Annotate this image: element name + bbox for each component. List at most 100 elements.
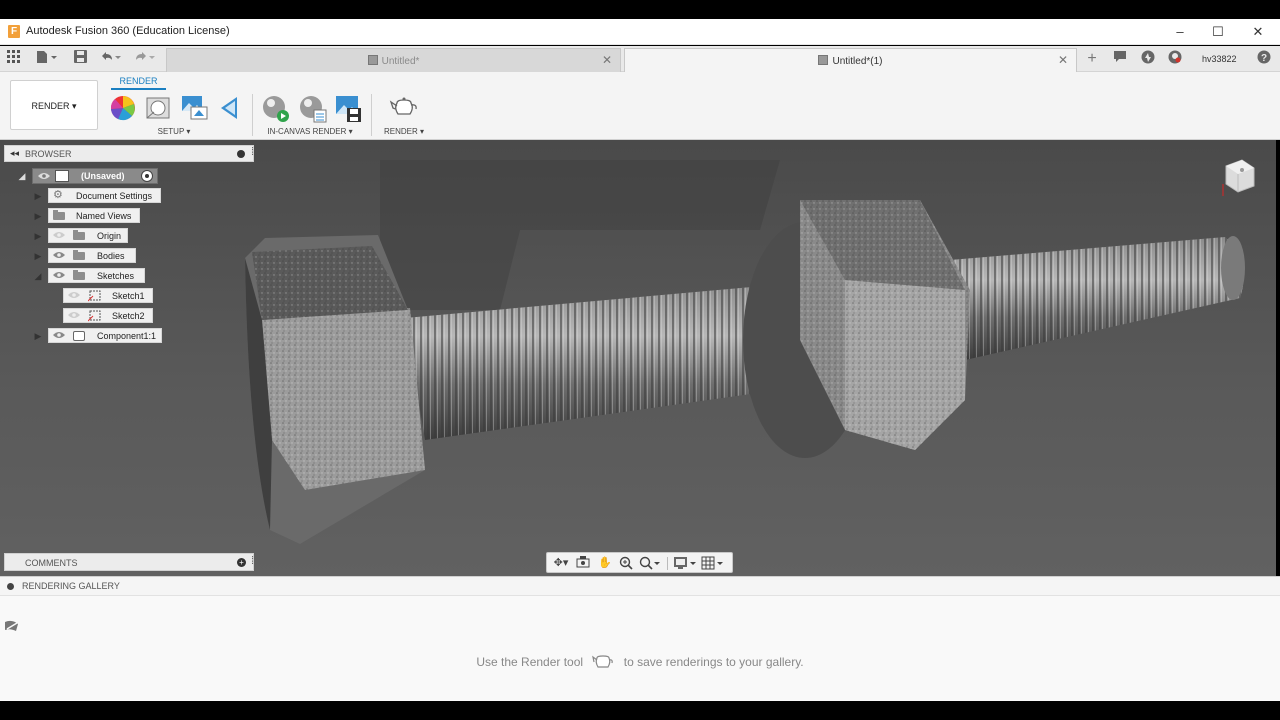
fusion-logo-icon: F xyxy=(8,25,20,38)
eye-hidden-icon[interactable] xyxy=(68,291,80,299)
pin-panel-icon[interactable]: ⁞ xyxy=(251,146,254,158)
tree-node-origin[interactable]: Origin xyxy=(48,228,128,243)
bolt-render xyxy=(245,160,1245,544)
folder-icon xyxy=(73,230,85,240)
panel-options-icon[interactable] xyxy=(237,150,245,158)
letterbox-bottom xyxy=(0,701,1280,720)
tree-expand-icon[interactable]: ▶ xyxy=(33,211,43,221)
setup-group-label[interactable]: SETUP ▾ xyxy=(146,127,202,136)
tree-node-label: Component1:1 xyxy=(97,331,157,341)
tree-node-label: (Unsaved) xyxy=(81,171,125,181)
orbit-icon[interactable]: ✥▾ xyxy=(551,556,571,570)
tree-expand-icon[interactable]: ▶ xyxy=(33,331,43,341)
folder-icon xyxy=(53,210,65,220)
tab-label: Untitled* xyxy=(381,56,420,67)
maximize-button[interactable]: ☐ xyxy=(1205,22,1231,42)
tree-expand-icon[interactable]: ▶ xyxy=(33,251,43,261)
tree-node-sketch2[interactable]: Sketch2 xyxy=(63,308,153,323)
tree-node-sketch1[interactable]: Sketch1 xyxy=(63,288,153,303)
folder-icon xyxy=(73,270,85,280)
gallery-message-before: Use the Render tool xyxy=(476,655,584,669)
scene-settings-icon[interactable] xyxy=(146,95,172,121)
render-teapot-icon xyxy=(592,653,614,671)
folder-icon xyxy=(73,250,85,260)
render-teapot-icon[interactable] xyxy=(389,95,419,121)
undo-icon[interactable] xyxy=(98,50,122,68)
look-at-icon[interactable] xyxy=(575,556,591,570)
save-icon[interactable] xyxy=(72,50,88,68)
add-comment-icon[interactable]: + xyxy=(237,558,246,567)
appearance-icon[interactable] xyxy=(110,95,136,121)
pan-icon[interactable]: ✋ xyxy=(597,556,613,570)
job-status-icon[interactable] xyxy=(1139,50,1157,68)
user-name[interactable]: hv33822 xyxy=(1202,54,1237,64)
document-tab-untitled-1[interactable]: Untitled*(1) ✕ xyxy=(624,48,1077,72)
redo-icon[interactable] xyxy=(132,50,156,68)
tab-render[interactable]: RENDER xyxy=(111,76,166,86)
capture-image-icon[interactable] xyxy=(335,95,361,122)
tree-node-component1[interactable]: Component1:1 xyxy=(48,328,162,343)
gallery-toggle-icon[interactable] xyxy=(7,583,14,590)
minimize-button[interactable]: – xyxy=(1167,22,1193,42)
tree-node-label: Origin xyxy=(97,231,122,241)
tree-node-document-settings[interactable]: ⚙ Document Settings xyxy=(48,188,161,203)
file-icon[interactable] xyxy=(34,50,58,68)
tree-node-root[interactable]: (Unsaved) xyxy=(32,168,158,184)
document-cube-icon xyxy=(818,55,829,65)
close-tab-icon[interactable]: ✕ xyxy=(602,53,612,67)
display-settings-icon[interactable] xyxy=(673,556,697,570)
rendering-gallery-body: Use the Render tool to save renderings t… xyxy=(0,596,1280,701)
sketch-icon xyxy=(87,290,102,304)
help-icon[interactable]: ? xyxy=(1255,50,1273,68)
collapse-panel-icon[interactable]: ◂◂ xyxy=(10,148,19,159)
gallery-title: RENDERING GALLERY xyxy=(22,581,120,591)
activate-radio-icon[interactable] xyxy=(141,170,153,182)
comments-panel-header[interactable]: COMMENTS + ⁞ xyxy=(4,553,254,571)
canvas-viewport[interactable] xyxy=(0,140,1276,576)
nav-separator xyxy=(667,557,668,570)
rendering-gallery-header[interactable]: RENDERING GALLERY xyxy=(0,576,1280,596)
eye-icon[interactable] xyxy=(38,172,50,180)
add-tab-icon[interactable]: + xyxy=(1083,50,1101,68)
tree-node-label: Bodies xyxy=(97,251,125,261)
gallery-filter-icon[interactable] xyxy=(4,620,20,635)
chat-icon[interactable] xyxy=(1111,50,1129,68)
view-cube-icon[interactable] xyxy=(1218,156,1258,196)
decal-icon[interactable] xyxy=(219,95,245,121)
render-group-label[interactable]: RENDER ▾ xyxy=(378,127,430,136)
eye-hidden-icon[interactable] xyxy=(53,231,65,239)
tree-collapse-icon[interactable]: ◢ xyxy=(33,271,43,281)
tree-expand-icon[interactable]: ▶ xyxy=(33,231,43,241)
fit-icon[interactable] xyxy=(639,556,661,570)
tree-node-sketches[interactable]: Sketches xyxy=(48,268,145,283)
user-icon[interactable] xyxy=(1166,50,1184,68)
tree-node-label: Sketch1 xyxy=(112,291,145,301)
in-canvas-render-group-label[interactable]: IN-CANVAS RENDER ▾ xyxy=(256,127,364,136)
tree-node-bodies[interactable]: Bodies xyxy=(48,248,136,263)
ribbon-separator xyxy=(371,94,372,136)
eye-icon[interactable] xyxy=(53,271,65,279)
texture-map-icon[interactable] xyxy=(181,95,208,121)
grid-settings-icon[interactable] xyxy=(701,556,725,570)
zoom-icon[interactable] xyxy=(618,556,634,570)
tree-expand-icon[interactable]: ▶ xyxy=(33,191,43,201)
gear-icon: ⚙ xyxy=(53,189,63,201)
eye-icon[interactable] xyxy=(53,331,65,339)
document-tab-untitled[interactable]: Untitled* ✕ xyxy=(166,48,621,72)
gallery-empty-message: Use the Render tool to save renderings t… xyxy=(0,653,1280,671)
browser-panel-header[interactable]: ◂◂ BROWSER ⁞ xyxy=(4,145,254,162)
workspace-switcher[interactable]: RENDER ▾ xyxy=(10,80,98,130)
title-bar: F Autodesk Fusion 360 (Education License… xyxy=(0,19,1280,45)
close-tab-icon[interactable]: ✕ xyxy=(1058,53,1068,67)
grid-icon[interactable] xyxy=(6,50,22,68)
pin-panel-icon[interactable]: ⁞ xyxy=(251,555,254,567)
in-canvas-render-settings-icon[interactable] xyxy=(299,95,327,123)
tree-expand-root-icon[interactable]: ◢ xyxy=(17,171,27,181)
tree-node-named-views[interactable]: Named Views xyxy=(48,208,140,223)
close-window-button[interactable]: ✕ xyxy=(1245,22,1271,42)
eye-icon[interactable] xyxy=(53,251,65,259)
active-tab-indicator xyxy=(111,88,166,90)
sketch-icon xyxy=(87,310,102,324)
eye-hidden-icon[interactable] xyxy=(68,311,80,319)
in-canvas-render-icon[interactable] xyxy=(262,95,289,122)
